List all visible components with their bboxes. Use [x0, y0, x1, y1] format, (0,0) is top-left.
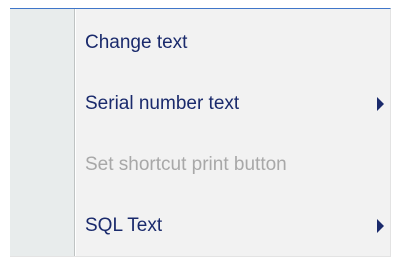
context-menu: Change text Serial number text Set short…	[10, 8, 391, 257]
submenu-arrow-icon	[377, 219, 384, 233]
menu-item-change-text[interactable]: Change text	[76, 23, 390, 63]
menu-item-label: SQL Text	[85, 215, 163, 236]
menu-item-label: Serial number text	[85, 93, 240, 114]
submenu-arrow-icon	[377, 97, 384, 111]
menu-item-sql-text[interactable]: SQL Text	[76, 206, 390, 246]
menu-item-label: Change text	[85, 32, 188, 53]
menu-icon-gutter	[10, 9, 74, 256]
menu-item-label: Set shortcut print button	[85, 154, 287, 175]
menu-item-set-shortcut-print-button: Set shortcut print button	[76, 145, 390, 185]
menu-item-serial-number-text[interactable]: Serial number text	[76, 84, 390, 124]
